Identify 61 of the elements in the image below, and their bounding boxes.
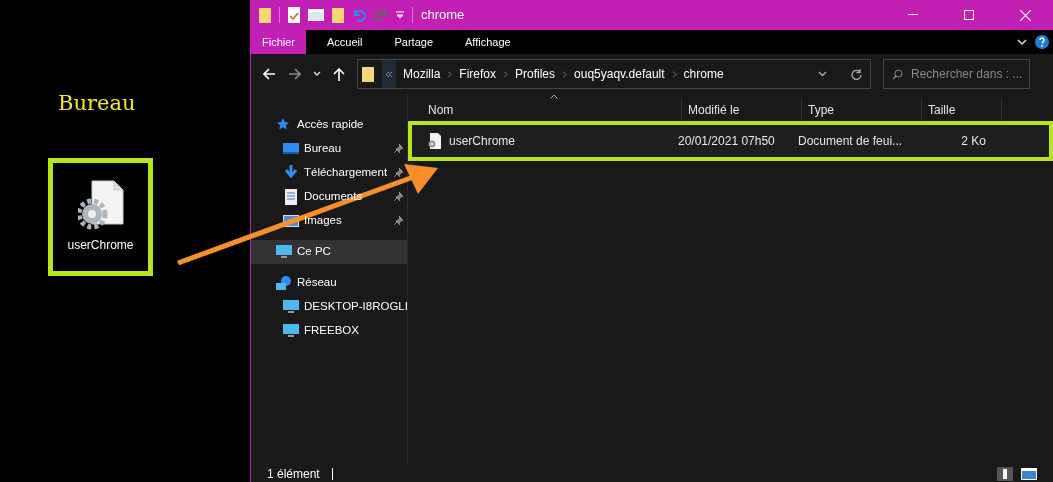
settings-file-icon [428, 133, 441, 149]
search-field[interactable]: Rechercher dans : ... [911, 60, 1029, 88]
sidebar-item[interactable]: Réseau [251, 271, 407, 295]
file-row[interactable]: userChrome 20/01/2021 07h50 Document de feui... 2 Ko [408, 121, 1053, 161]
search-box[interactable]: Rechercher dans : ... [883, 59, 1030, 89]
properties-icon[interactable] [288, 7, 300, 23]
sidebar-item[interactable]: Téléchargement [251, 161, 407, 185]
settings-file-icon [77, 180, 124, 232]
folder-icon [362, 66, 374, 82]
chevrons-icon[interactable] [382, 60, 396, 88]
sidebar-item[interactable]: FREEBOX [251, 319, 407, 343]
details-view-icon[interactable] [997, 466, 1013, 481]
sidebar-item[interactable]: Bureau [251, 137, 407, 161]
network-icon [276, 275, 292, 291]
table-cell-text: userChrome [449, 133, 516, 150]
search-icon [892, 68, 903, 80]
large-icons-view-icon[interactable] [1021, 467, 1037, 480]
table-cell-text: Document de feui... [798, 133, 903, 150]
chevron-right-icon [562, 70, 568, 78]
close-icon[interactable] [1020, 9, 1031, 21]
breadcrumb-item[interactable]: ouq5yaqv.default [574, 65, 665, 83]
sidebar-item[interactable]: Accès rapide [251, 113, 407, 137]
chevron-right-icon [447, 70, 453, 78]
document-icon [283, 189, 299, 205]
sidebar-item[interactable]: Ce PC [251, 240, 407, 264]
chevron-right-icon [671, 70, 677, 78]
chevron-down-icon[interactable] [818, 71, 827, 77]
desktop-icon [283, 141, 299, 157]
ribbon-tab[interactable]: Fichier [251, 30, 306, 54]
back-arrow-icon[interactable] [263, 68, 276, 80]
breadcrumb-item[interactable]: chrome [683, 65, 724, 83]
table-cell-text: 20/01/2021 07h50 [678, 133, 775, 150]
folder-icon[interactable] [259, 7, 271, 23]
breadcrumb-item[interactable]: Mozilla [403, 65, 441, 83]
pc-icon [283, 323, 299, 339]
pc-icon [276, 244, 292, 260]
chevron-right-icon [503, 70, 509, 78]
help-icon[interactable] [1035, 35, 1049, 49]
desktop-file-icon[interactable]: userChrome [48, 158, 153, 276]
forward-arrow-icon[interactable] [288, 68, 301, 80]
refresh-icon[interactable] [851, 68, 862, 80]
dropdown-icon[interactable] [396, 11, 404, 19]
pc-icon [283, 299, 299, 315]
ribbon-tab[interactable]: Accueil [316, 30, 374, 54]
desktop-title: Bureau [58, 90, 136, 117]
file-label: userChrome [67, 237, 134, 254]
folder-icon[interactable] [332, 7, 344, 23]
sidebar-item[interactable]: DESKTOP-I8ROGLI [251, 295, 407, 319]
up-arrow-icon[interactable] [333, 67, 345, 81]
breadcrumb-item[interactable]: Profiles [515, 65, 556, 83]
minimize-icon[interactable] [908, 14, 918, 16]
ribbon-tab[interactable]: Affichage [454, 30, 522, 54]
address-bar[interactable]: Mozilla Firefox Profiles ouq5yaqv.default chrome [357, 59, 871, 89]
ribbon-tab[interactable]: Partage [383, 30, 444, 54]
window-title: chrome [421, 6, 465, 25]
status-text: 1 élément [267, 465, 320, 482]
sidebar-item[interactable]: Images [251, 209, 407, 233]
download-icon [283, 165, 299, 181]
maximize-icon[interactable] [964, 10, 974, 20]
breadcrumb-item[interactable]: Firefox [459, 65, 497, 83]
table-cell-text: 2 Ko [961, 133, 986, 150]
